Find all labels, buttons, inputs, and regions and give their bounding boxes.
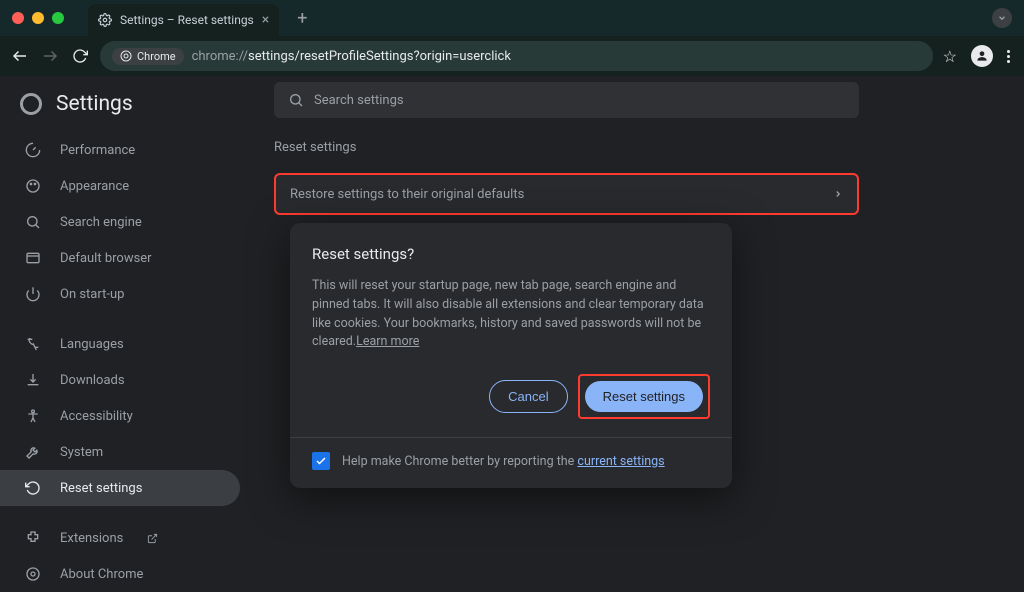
download-icon <box>24 371 42 389</box>
sidebar-item-label: Performance <box>60 143 135 158</box>
sidebar-item-accessibility[interactable]: Accessibility <box>0 398 240 434</box>
reset-settings-button[interactable]: Reset settings <box>585 381 703 412</box>
sidebar-item-label: About Chrome <box>60 567 143 582</box>
sidebar-item-label: Default browser <box>60 251 152 266</box>
gear-icon <box>98 13 112 27</box>
sidebar-item-system[interactable]: System <box>0 434 240 470</box>
window-minimize-icon[interactable] <box>32 12 44 24</box>
settings-sidebar: Performance Appearance Search engine Def… <box>0 132 240 592</box>
window-close-icon[interactable] <box>12 12 24 24</box>
chevron-down-icon[interactable] <box>992 8 1012 28</box>
address-bar[interactable]: Chrome chrome://settings/resetProfileSet… <box>100 41 933 71</box>
window-maximize-icon[interactable] <box>52 12 64 24</box>
back-icon[interactable] <box>10 46 30 66</box>
sidebar-item-downloads[interactable]: Downloads <box>0 362 240 398</box>
sidebar-item-label: Accessibility <box>60 409 133 424</box>
url-text: chrome://settings/resetProfileSettings?o… <box>192 49 511 64</box>
chevron-right-icon <box>833 189 843 199</box>
sidebar-item-label: Extensions <box>60 531 123 546</box>
reset-settings-dialog: Reset settings? This will reset your sta… <box>290 223 732 488</box>
restore-defaults-row[interactable]: Restore settings to their original defau… <box>274 173 859 215</box>
sidebar-item-label: Downloads <box>60 373 125 388</box>
restore-label: Restore settings to their original defau… <box>290 187 524 202</box>
sidebar-item-languages[interactable]: Languages <box>0 326 240 362</box>
wrench-icon <box>24 443 42 461</box>
sidebar-item-label: On start-up <box>60 287 124 302</box>
chip-label: Chrome <box>137 50 176 63</box>
sidebar-item-appearance[interactable]: Appearance <box>0 168 240 204</box>
close-icon[interactable]: × <box>262 12 269 28</box>
sidebar-item-reset-settings[interactable]: Reset settings <box>0 470 240 506</box>
main-content: Reset settings Restore settings to their… <box>274 140 859 215</box>
window-titlebar: Settings – Reset settings × + <box>0 0 1024 36</box>
sidebar-item-label: Search engine <box>60 215 142 230</box>
forward-icon[interactable] <box>40 46 60 66</box>
dialog-body: This will reset your startup page, new t… <box>312 277 710 352</box>
site-chip[interactable]: Chrome <box>112 48 184 65</box>
traffic-lights <box>12 12 64 24</box>
dialog-title: Reset settings? <box>312 245 710 263</box>
search-placeholder: Search settings <box>314 93 404 108</box>
extension-icon <box>24 529 42 547</box>
sidebar-item-label: Appearance <box>60 179 129 194</box>
sidebar-item-label: Reset settings <box>60 481 142 496</box>
new-tab-button[interactable]: + <box>297 8 307 29</box>
learn-more-link[interactable]: Learn more <box>356 334 419 349</box>
external-link-icon <box>147 533 158 544</box>
search-input[interactable]: Search settings <box>274 82 859 118</box>
palette-icon <box>24 177 42 195</box>
power-icon <box>24 285 42 303</box>
browser-tab[interactable]: Settings – Reset settings × <box>88 4 279 36</box>
chrome-logo-icon <box>20 93 42 115</box>
page-title: Settings <box>56 92 133 116</box>
divider <box>290 437 732 438</box>
search-icon <box>288 92 304 108</box>
browser-icon <box>24 249 42 267</box>
sidebar-item-about-chrome[interactable]: About Chrome <box>0 556 240 592</box>
accessibility-icon <box>24 407 42 425</box>
profile-avatar[interactable] <box>971 45 993 67</box>
reload-icon[interactable] <box>70 46 90 66</box>
sidebar-item-default-browser[interactable]: Default browser <box>0 240 240 276</box>
report-checkbox[interactable] <box>312 452 330 470</box>
sidebar-item-extensions[interactable]: Extensions <box>0 520 240 556</box>
speedometer-icon <box>24 141 42 159</box>
sidebar-item-label: System <box>60 445 103 460</box>
cancel-button[interactable]: Cancel <box>489 380 567 413</box>
chrome-icon <box>24 565 42 583</box>
dialog-footer: Help make Chrome better by reporting the… <box>312 452 710 470</box>
sidebar-item-search-engine[interactable]: Search engine <box>0 204 240 240</box>
tab-title: Settings – Reset settings <box>120 13 254 27</box>
footer-text: Help make Chrome better by reporting the… <box>342 454 665 469</box>
section-title: Reset settings <box>274 140 859 155</box>
reset-icon <box>24 479 42 497</box>
translate-icon <box>24 335 42 353</box>
search-icon <box>24 213 42 231</box>
sidebar-item-performance[interactable]: Performance <box>0 132 240 168</box>
menu-icon[interactable] <box>1007 50 1010 63</box>
highlight-box: Reset settings <box>578 374 710 419</box>
browser-toolbar: Chrome chrome://settings/resetProfileSet… <box>0 36 1024 76</box>
current-settings-link[interactable]: current settings <box>577 454 664 469</box>
bookmark-icon[interactable]: ☆ <box>943 47 957 66</box>
sidebar-item-label: Languages <box>60 337 124 352</box>
chrome-icon <box>120 50 132 62</box>
sidebar-item-on-startup[interactable]: On start-up <box>0 276 240 312</box>
